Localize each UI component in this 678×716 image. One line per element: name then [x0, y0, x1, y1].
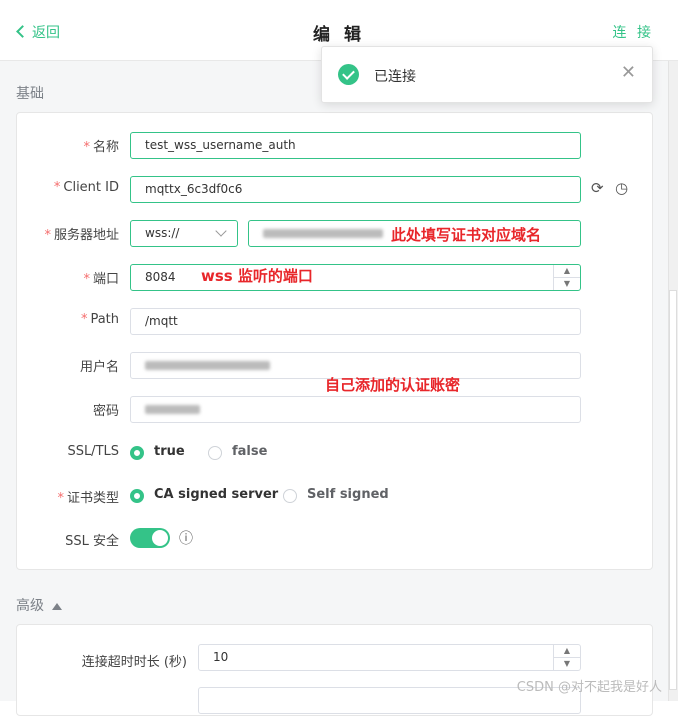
port-value: 8084	[145, 270, 176, 284]
section-basic-title: 基础	[16, 86, 44, 102]
timeout-value: 10	[213, 650, 229, 664]
cert-self-radio[interactable]	[283, 489, 297, 503]
redacted-username	[145, 361, 270, 370]
refresh-icon[interactable]: ⟳	[591, 179, 604, 197]
watermark: CSDN @对不起我是好人	[516, 680, 662, 695]
caret-up-icon	[52, 602, 63, 610]
cert-ca-radio[interactable]	[130, 489, 144, 503]
close-icon[interactable]: ✕	[621, 62, 636, 83]
ssl-false-label[interactable]: false	[232, 444, 267, 459]
stepper-down-icon[interactable]: ▼	[554, 278, 580, 290]
check-circle-icon	[338, 64, 359, 85]
cert-label: * 证书类型	[57, 491, 119, 506]
auth-annotation: 自己添加的认证账密	[325, 376, 461, 394]
ssl-false-radio[interactable]	[208, 446, 222, 460]
stepper-up-icon[interactable]: ▲	[554, 645, 580, 658]
protocol-value: wss://	[145, 226, 180, 240]
advanced-card: 连接超时时长 (秒) 10 ▲ ▼	[16, 624, 653, 716]
port-label: * 端口	[83, 272, 119, 287]
port-stepper[interactable]: ▲ ▼	[553, 265, 580, 290]
connected-toast: 已连接 ✕	[321, 46, 653, 103]
port-input[interactable]: 8084 ▲ ▼	[130, 264, 581, 291]
path-label: * Path	[80, 312, 119, 327]
port-annotation: wss 监听的端口	[201, 267, 313, 285]
client-id-input[interactable]: mqttx_6c3df0c6	[130, 176, 581, 203]
basic-card: * 名称 test_wss_username_auth * Client ID mq…	[16, 112, 653, 570]
chevron-down-icon	[215, 225, 227, 237]
clock-icon[interactable]: ◷	[615, 179, 628, 197]
scrollbar-thumb[interactable]	[669, 290, 677, 690]
client-id-label: * Client ID	[53, 180, 119, 195]
redacted-password	[145, 405, 200, 414]
host-annotation: 此处填写证书对应域名	[391, 226, 542, 244]
protocol-select[interactable]: wss://	[130, 220, 238, 247]
connect-button[interactable]: 连 接	[613, 22, 654, 42]
name-input[interactable]: test_wss_username_auth	[130, 132, 581, 159]
stepper-down-icon[interactable]: ▼	[554, 658, 580, 670]
section-advanced-title[interactable]: 高级	[16, 595, 63, 615]
redacted-host	[263, 229, 383, 238]
page-title: 编 辑	[313, 25, 365, 45]
ssl-label: SSL/TLS	[67, 444, 119, 459]
stepper-up-icon[interactable]: ▲	[554, 265, 580, 278]
toast-message: 已连接	[374, 69, 416, 85]
timeout-stepper[interactable]: ▲ ▼	[553, 645, 580, 670]
password-input[interactable]	[130, 396, 581, 423]
ssl-true-radio[interactable]	[130, 446, 144, 460]
cert-self-label[interactable]: Self signed	[307, 487, 389, 502]
cert-ca-label[interactable]: CA signed server	[154, 487, 278, 502]
ssl-secure-label: SSL 安全	[65, 534, 119, 549]
ssl-true-label[interactable]: true	[154, 444, 185, 459]
ssl-secure-toggle[interactable]	[130, 528, 170, 548]
host-label: * 服务器地址	[44, 228, 119, 243]
toggle-knob	[152, 530, 168, 546]
username-label: 用户名	[79, 360, 119, 375]
timeout-input[interactable]: 10 ▲ ▼	[198, 644, 581, 671]
form-area: 基础 * 名称 test_wss_username_auth * Client ID…	[0, 61, 668, 716]
timeout-label: 连接超时时长 (秒)	[81, 655, 187, 670]
name-label: * 名称	[83, 140, 119, 155]
path-input[interactable]: /mqtt	[130, 308, 581, 335]
info-icon[interactable]: ⓘ	[179, 528, 193, 548]
password-label: 密码	[92, 404, 119, 419]
